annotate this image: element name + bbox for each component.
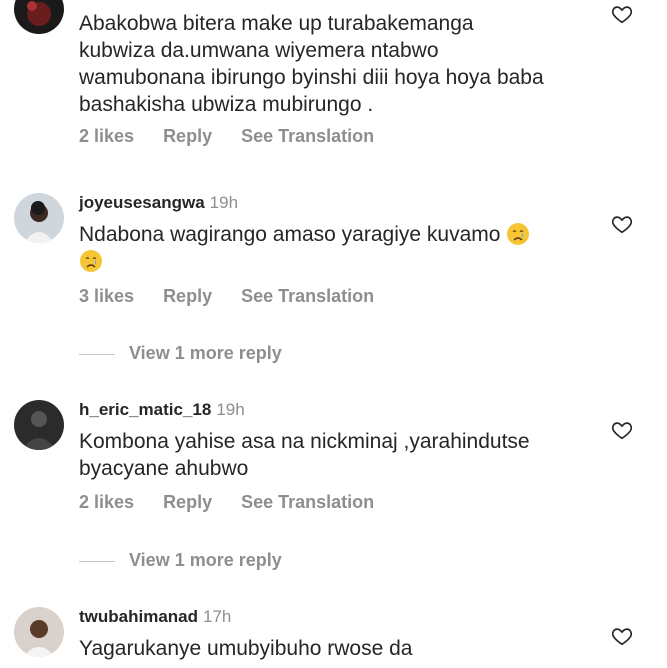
comment-text: Ndabona wagirango amaso yaragiye kuvamo <box>79 221 569 275</box>
divider-line <box>79 560 115 562</box>
comment-meta: h_eric_matic_18 19h <box>79 400 245 420</box>
see-translation-link[interactable]: See Translation <box>241 286 374 306</box>
view-more-replies[interactable]: View 1 more reply <box>79 343 282 364</box>
comment-actions: 2 likes Reply See Translation <box>79 126 398 147</box>
heart-icon[interactable] <box>611 213 633 235</box>
avatar[interactable] <box>14 607 64 657</box>
comment-actions: 2 likes Reply See Translation <box>79 492 398 513</box>
timestamp: 17h <box>203 607 232 626</box>
view-more-replies[interactable]: View 1 more reply <box>79 550 282 571</box>
avatar[interactable] <box>14 193 64 243</box>
see-translation-link[interactable]: See Translation <box>241 126 374 146</box>
comment-meta: twubahimanad 17h <box>79 607 231 627</box>
likes-count[interactable]: 2 likes <box>79 492 134 512</box>
comment-text: Abakobwa bitera make up turabakemanga ku… <box>79 12 544 116</box>
comment-actions: 3 likes Reply See Translation <box>79 286 398 307</box>
comment-text: Kombona yahise asa na nickminaj ,yarahin… <box>79 430 530 480</box>
timestamp: 19h <box>216 400 245 419</box>
crying-face-emoji <box>507 223 530 245</box>
heart-icon[interactable] <box>611 3 633 25</box>
username[interactable]: twubahimanad <box>79 607 198 626</box>
heart-icon[interactable] <box>611 625 633 647</box>
comment-text: Yagarukanye umubyibuho rwose da <box>79 637 413 660</box>
likes-count[interactable]: 3 likes <box>79 286 134 306</box>
comment-meta: joyeusesangwa 19h <box>79 193 238 213</box>
username[interactable]: joyeusesangwa <box>79 193 205 212</box>
crying-face-emoji <box>80 250 102 272</box>
timestamp: 19h <box>209 193 239 212</box>
divider-line <box>79 353 115 355</box>
username[interactable]: h_eric_matic_18 <box>79 400 211 419</box>
reply-button[interactable]: Reply <box>163 286 212 306</box>
reply-button[interactable]: Reply <box>163 126 212 146</box>
see-translation-link[interactable]: See Translation <box>241 492 374 512</box>
avatar[interactable] <box>14 0 64 34</box>
likes-count[interactable]: 2 likes <box>79 126 134 146</box>
reply-button[interactable]: Reply <box>163 492 212 512</box>
heart-icon[interactable] <box>611 419 633 441</box>
avatar[interactable] <box>14 400 64 450</box>
